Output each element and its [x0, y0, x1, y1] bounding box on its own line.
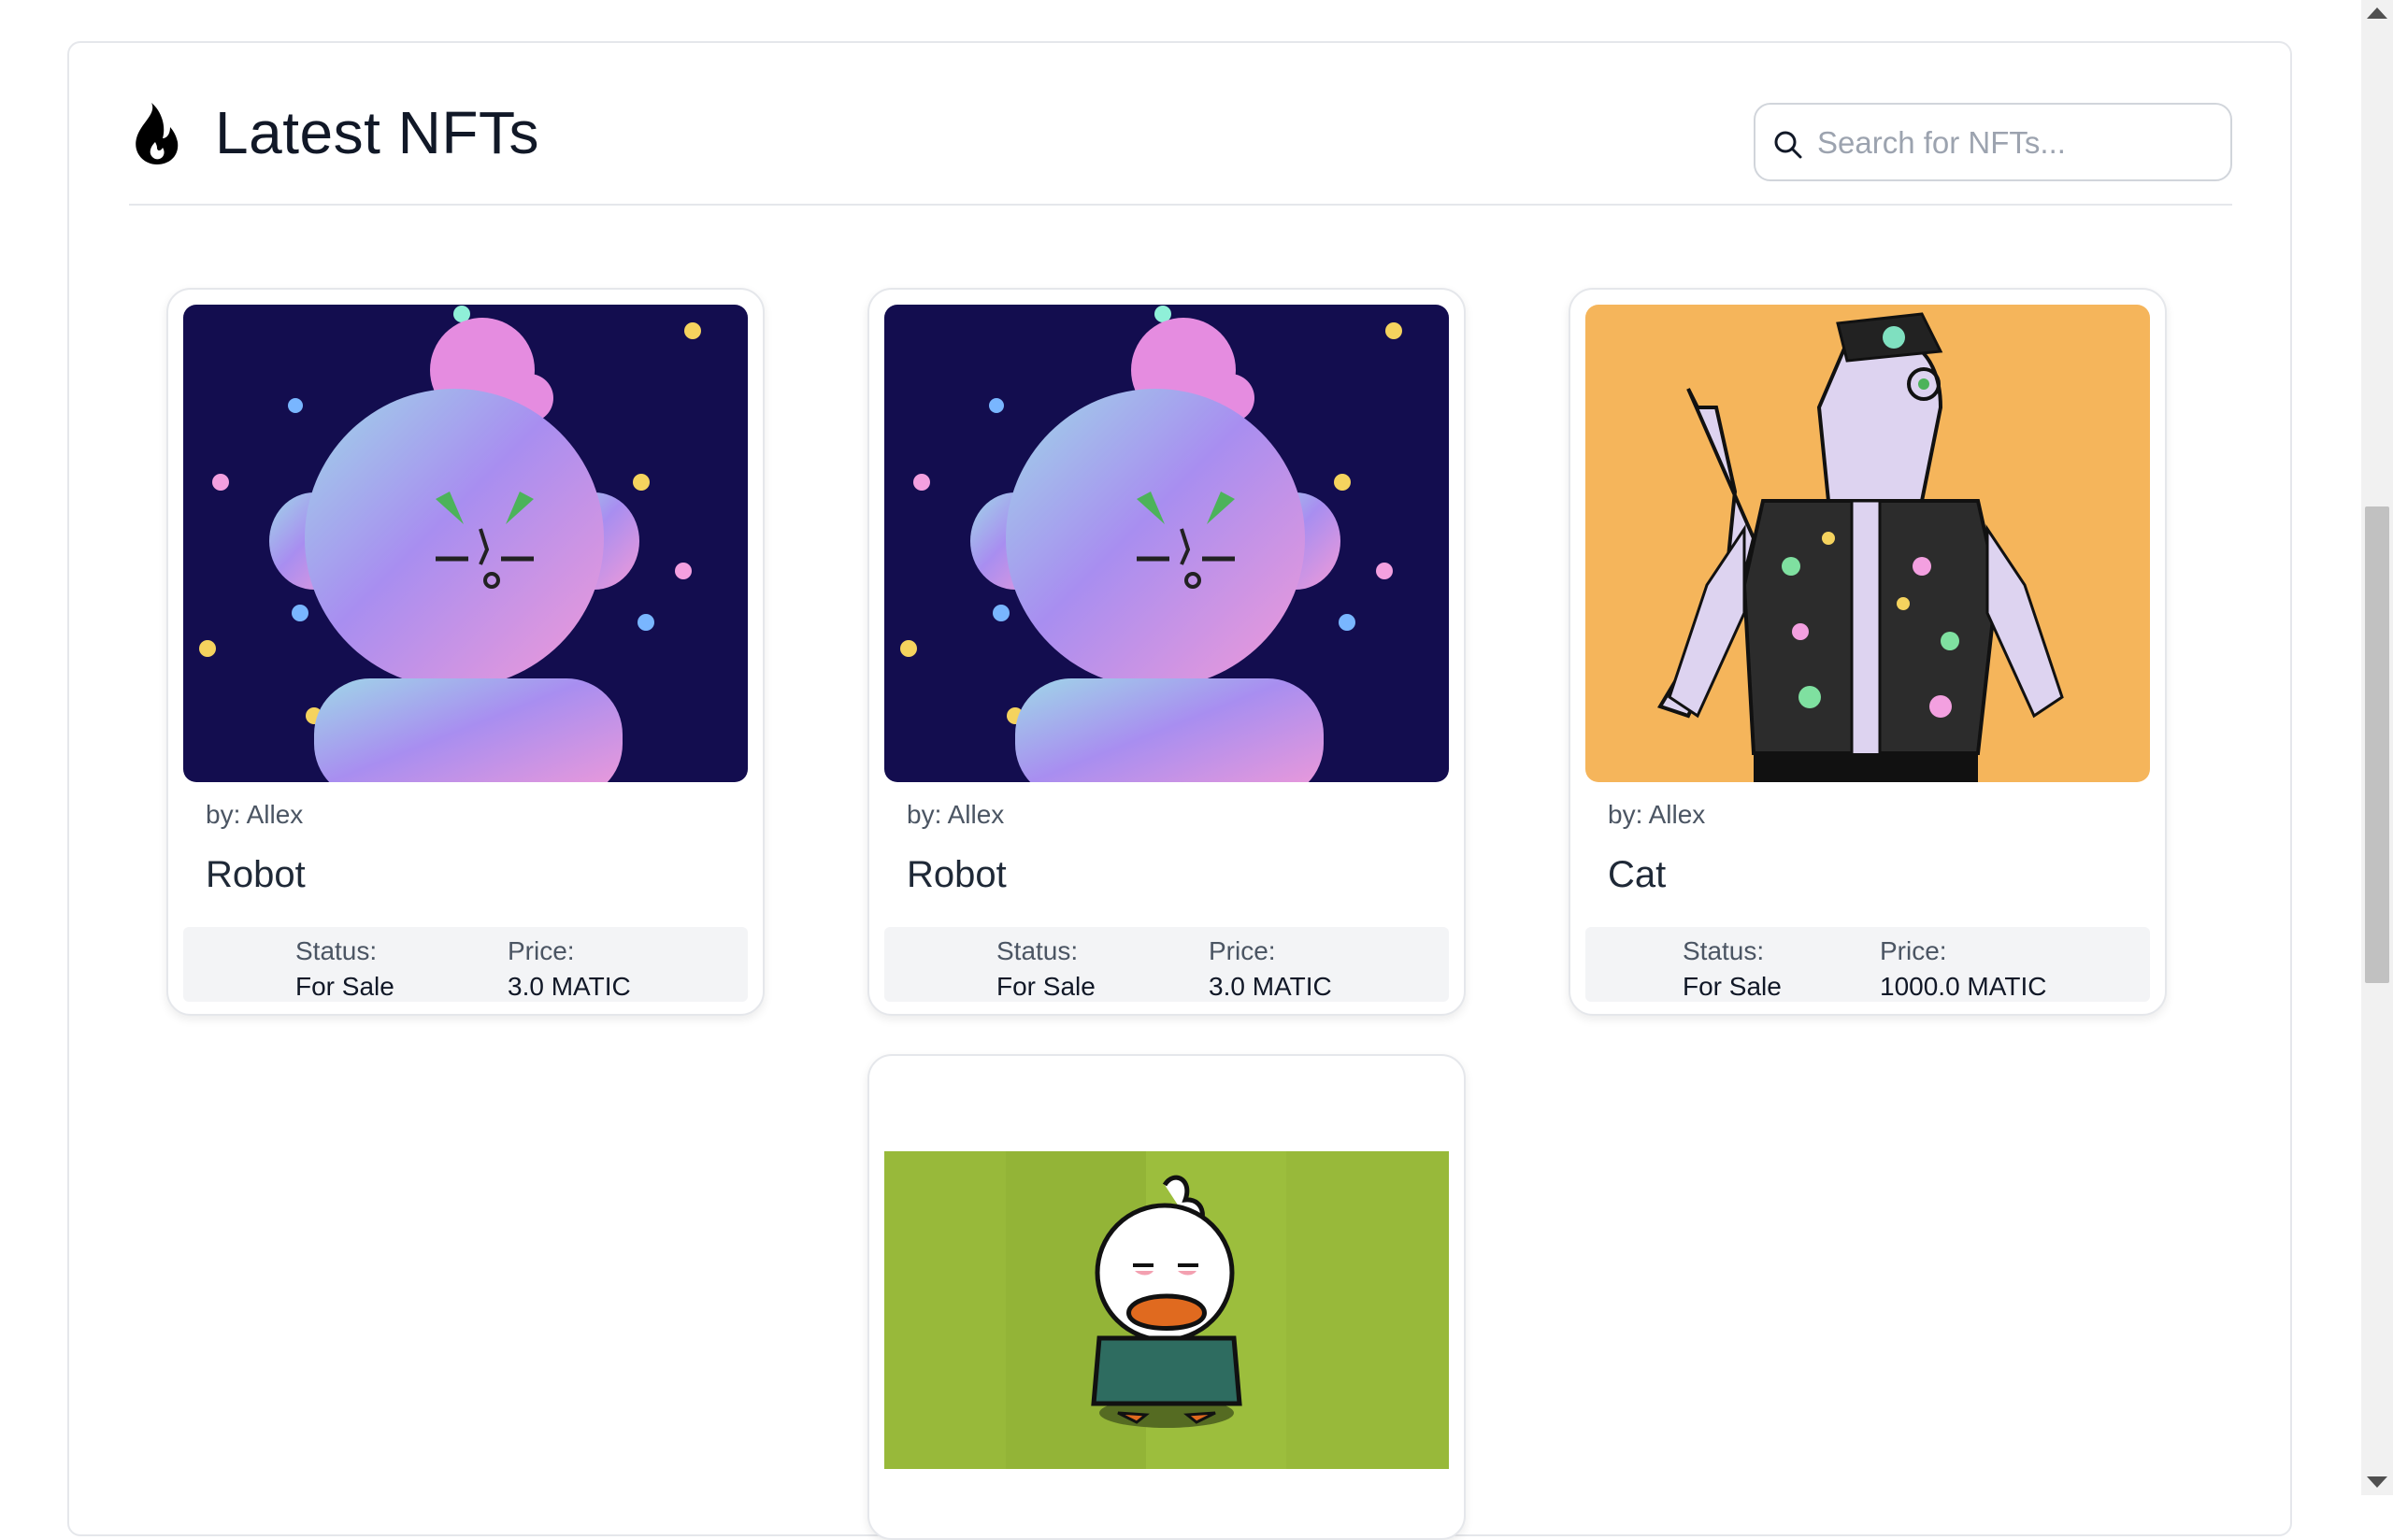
- status-value: For Sale: [295, 972, 394, 1001]
- zebra-cat-nft-image[interactable]: [1585, 305, 2150, 782]
- status-field: Status: For Sale: [996, 936, 1096, 1002]
- vertical-scrollbar[interactable]: [2361, 0, 2393, 1495]
- card-title: Cat: [1608, 854, 1667, 895]
- robot-nft-image[interactable]: [884, 305, 1449, 782]
- search-icon: [1774, 131, 1802, 159]
- status-field: Status: For Sale: [295, 936, 394, 1002]
- scrollbar-thumb[interactable]: [2365, 506, 2389, 983]
- nft-card[interactable]: by: Allex Robot Status: For Sale Price: …: [166, 288, 765, 1016]
- price-field: Price: 3.0 MATIC: [508, 936, 631, 1002]
- section-header: Latest NFTs: [129, 84, 2232, 206]
- flame-icon: [136, 103, 179, 164]
- card-author: by: Allex: [907, 800, 1005, 829]
- card-author: by: Allex: [1608, 800, 1706, 829]
- status-label: Status:: [996, 936, 1079, 965]
- card-stats: Status: For Sale Price: 3.0 MATIC: [884, 927, 1449, 1002]
- card-stats: Status: For Sale Price: 3.0 MATIC: [183, 927, 748, 1002]
- search-box[interactable]: [1754, 103, 2232, 181]
- robot-nft-image[interactable]: [183, 305, 748, 782]
- price-field: Price: 3.0 MATIC: [1209, 936, 1332, 1002]
- card-title: Robot: [907, 854, 1007, 895]
- nft-card[interactable]: [867, 1054, 1466, 1540]
- status-value: For Sale: [1683, 972, 1782, 1001]
- card-author: by: Allex: [206, 800, 304, 829]
- status-value: For Sale: [996, 972, 1096, 1001]
- nft-card[interactable]: by: Allex Robot Status: For Sale Price: …: [867, 288, 1466, 1016]
- card-title: Robot: [206, 854, 306, 895]
- price-field: Price: 1000.0 MATIC: [1880, 936, 2046, 1002]
- duck-nft-image[interactable]: [884, 1151, 1449, 1469]
- search-input[interactable]: [1815, 105, 2212, 181]
- price-label: Price:: [508, 936, 575, 965]
- nft-card[interactable]: by: Allex Cat Status: For Sale Price: 10…: [1569, 288, 2167, 1016]
- scroll-down-arrow-icon[interactable]: [2367, 1476, 2387, 1488]
- scroll-up-arrow-icon[interactable]: [2367, 7, 2387, 19]
- page-title: Latest NFTs: [215, 99, 539, 166]
- status-label: Status:: [295, 936, 378, 965]
- price-label: Price:: [1880, 936, 1947, 965]
- price-value: 3.0 MATIC: [508, 972, 631, 1001]
- price-value: 3.0 MATIC: [1209, 972, 1332, 1001]
- status-field: Status: For Sale: [1683, 936, 1782, 1002]
- status-label: Status:: [1683, 936, 1765, 965]
- price-value: 1000.0 MATIC: [1880, 972, 2047, 1001]
- price-label: Price:: [1209, 936, 1276, 965]
- card-stats: Status: For Sale Price: 1000.0 MATIC: [1585, 927, 2150, 1002]
